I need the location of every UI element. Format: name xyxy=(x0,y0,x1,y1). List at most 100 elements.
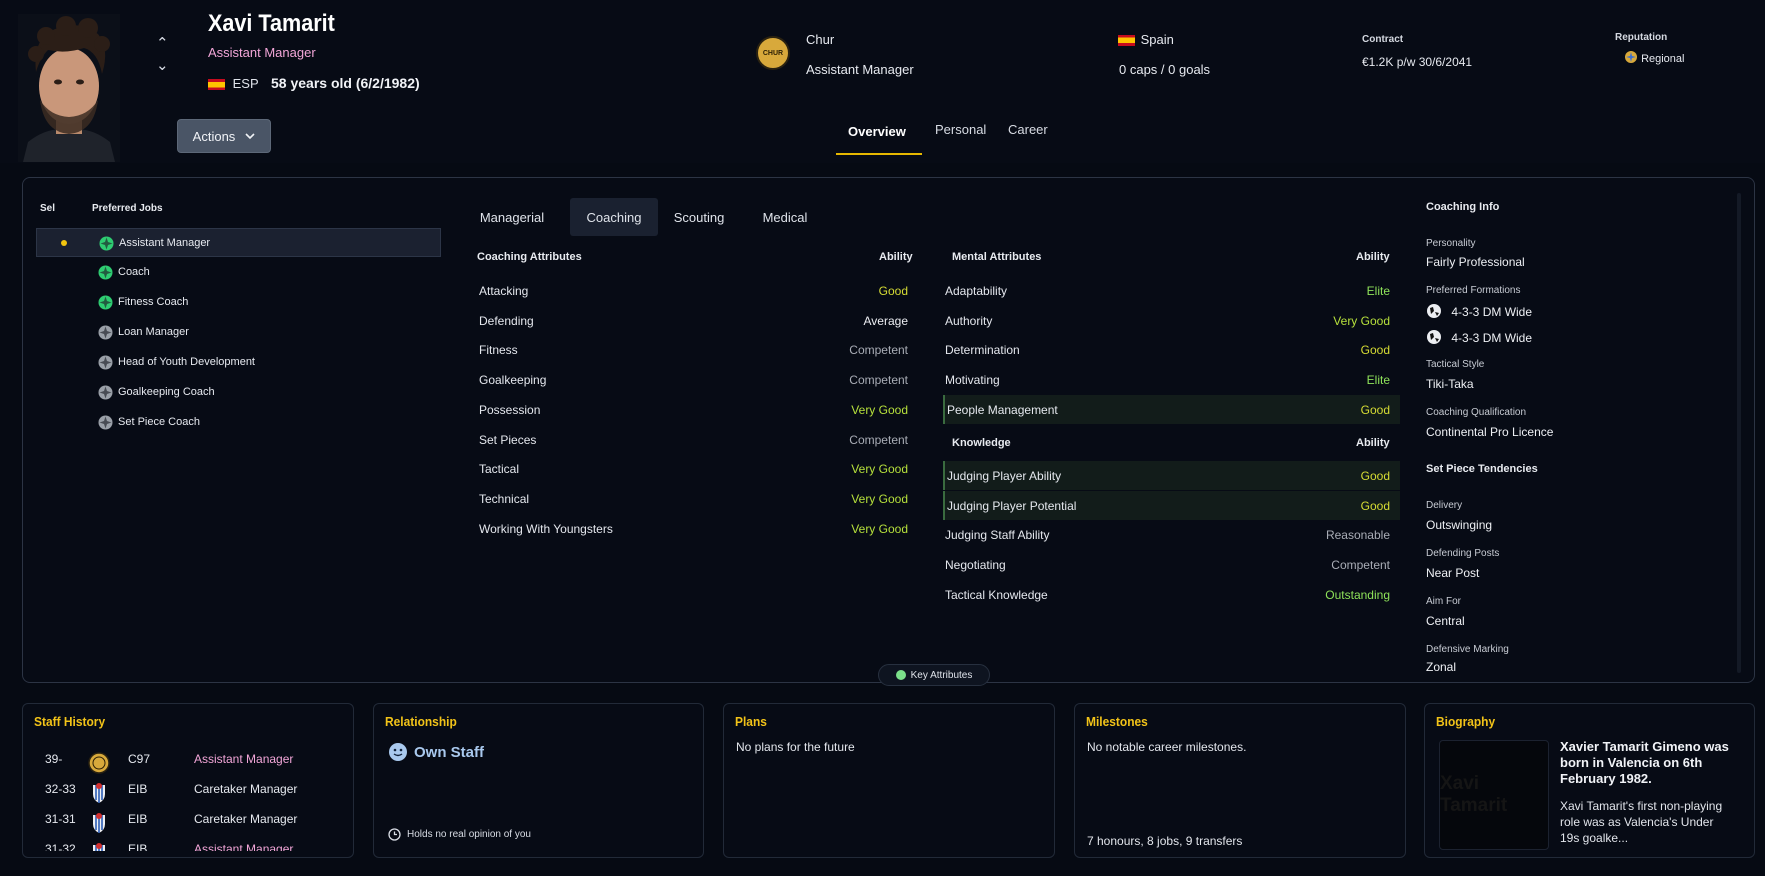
job-suitability-icon xyxy=(98,385,113,400)
mental-attribute-row[interactable]: Adaptability Elite xyxy=(943,276,1400,305)
club-name[interactable]: Chur xyxy=(806,32,834,47)
knowledge-attribute-row[interactable]: Judging Player Potential Good xyxy=(943,490,1400,520)
profile-header: ⌃ ⌄ Xavi Tamarit Assistant Manager ESP 5… xyxy=(0,0,1765,163)
staff-history-row[interactable]: 31-31 EIB Caretaker Manager xyxy=(23,806,343,834)
preferred-jobs-header: Preferred Jobs xyxy=(92,203,163,214)
coaching-attribute-row[interactable]: Working With Youngsters Very Good xyxy=(477,514,918,543)
subtab-medical[interactable]: Medical xyxy=(756,198,814,236)
tab-career[interactable]: Career xyxy=(1008,122,1048,137)
knowledge-attribute-value: Reasonable xyxy=(1325,528,1390,543)
reputation-value: Regional xyxy=(1624,50,1684,65)
coaching-attribute-label: Fitness xyxy=(479,343,518,358)
preferred-job-row[interactable]: Head of Youth Development xyxy=(36,348,441,377)
actions-button[interactable]: Actions xyxy=(177,119,271,153)
preferred-job-row[interactable]: Fitness Coach xyxy=(36,288,441,317)
biography-body[interactable]: Xavi Tamarit's first non-playing role wa… xyxy=(1560,798,1735,846)
coaching-attribute-label: Set Pieces xyxy=(479,432,537,447)
preferred-job-row[interactable]: Set Piece Coach xyxy=(36,408,441,437)
staff-history-row[interactable]: 31-32 EIB Assistant Manager xyxy=(23,836,343,851)
tab-overview[interactable]: Overview xyxy=(848,124,906,139)
knowledge-attribute-value: Outstanding xyxy=(1325,587,1390,602)
international-caps: 0 caps / 0 goals xyxy=(1119,62,1211,77)
preferred-job-row[interactable]: Assistant Manager xyxy=(36,228,441,257)
staff-history-row[interactable]: 39- C97 Assistant Manager xyxy=(23,746,343,774)
next-staff-arrow[interactable]: ⌄ xyxy=(156,56,169,74)
history-club: EIB xyxy=(128,782,148,796)
plans-text: No plans for the future xyxy=(736,740,855,754)
mental-attribute-value: Very Good xyxy=(1333,313,1390,328)
mental-ability-header: Ability xyxy=(1356,251,1390,263)
coaching-attribute-row[interactable]: Fitness Competent xyxy=(477,335,918,364)
mental-attribute-row[interactable]: Determination Good xyxy=(943,335,1400,364)
delivery-label: Delivery xyxy=(1426,500,1463,511)
history-role: Assistant Manager xyxy=(194,752,294,766)
mental-attribute-value: Good xyxy=(1360,343,1390,358)
coaching-attribute-row[interactable]: Tactical Very Good xyxy=(477,454,918,483)
mental-attribute-label: Adaptability xyxy=(945,284,1008,298)
knowledge-attribute-value: Good xyxy=(1360,469,1390,483)
coaching-attribute-value: Competent xyxy=(849,373,908,388)
coaching-attribute-row[interactable]: Possession Very Good xyxy=(477,395,918,424)
formation-item[interactable]: 4-3-3 DM Wide xyxy=(1426,329,1532,345)
formation-icon xyxy=(1427,330,1441,344)
subtab-scouting[interactable]: Scouting xyxy=(668,198,730,236)
staff-history-row[interactable]: 32-33 EIB Caretaker Manager xyxy=(23,776,343,804)
formation-icon xyxy=(1427,304,1441,318)
mental-attributes-title: Mental Attributes xyxy=(952,251,1042,263)
defensive-marking-value: Zonal xyxy=(1426,660,1457,672)
defensive-marking-label: Defensive Marking xyxy=(1426,644,1509,655)
coaching-attribute-row[interactable]: Attacking Good xyxy=(477,276,918,305)
preferred-job-label: Coach xyxy=(118,266,150,278)
knowledge-attribute-row[interactable]: Judging Player Ability Good xyxy=(943,461,1400,490)
spain-flag-icon xyxy=(208,79,225,91)
tab-personal[interactable]: Personal xyxy=(935,122,986,137)
preferred-job-label: Set Piece Coach xyxy=(118,416,200,428)
personality-label: Personality xyxy=(1426,238,1476,249)
knowledge-attribute-row[interactable]: Tactical Knowledge Outstanding xyxy=(943,580,1400,609)
clock-icon xyxy=(388,828,401,841)
country[interactable]: Spain xyxy=(1118,32,1174,47)
subtab-managerial[interactable]: Managerial xyxy=(470,198,554,236)
history-role: Assistant Manager xyxy=(194,842,294,851)
coaching-attribute-row[interactable]: Goalkeeping Competent xyxy=(477,365,918,394)
coaching-attribute-row[interactable]: Set Pieces Competent xyxy=(477,425,918,454)
mental-attribute-row[interactable]: Authority Very Good xyxy=(943,306,1400,335)
sel-column-header: Sel xyxy=(40,203,56,214)
set-piece-tendencies-title: Set Piece Tendencies xyxy=(1426,463,1538,475)
chevron-down-icon xyxy=(245,132,255,139)
mental-attribute-row[interactable]: People Management Good xyxy=(943,394,1400,424)
reputation-star-icon xyxy=(1625,51,1637,63)
knowledge-attribute-row[interactable]: Negotiating Competent xyxy=(943,550,1400,579)
history-years: 39- xyxy=(45,752,63,766)
history-club: C97 xyxy=(128,752,151,766)
coaching-attribute-label: Tactical xyxy=(479,462,520,477)
coaching-attributes-title: Coaching Attributes xyxy=(477,251,582,263)
history-club: EIB xyxy=(128,842,148,851)
previous-staff-arrow[interactable]: ⌃ xyxy=(156,34,169,52)
spain-flag-icon xyxy=(1118,35,1135,47)
preferred-job-row[interactable]: Coach xyxy=(36,258,441,287)
active-tab-indicator xyxy=(836,153,922,155)
nationality-code: ESP xyxy=(232,76,259,91)
subtab-coaching[interactable]: Coaching xyxy=(570,198,658,236)
preferred-job-row[interactable]: Loan Manager xyxy=(36,318,441,347)
mental-attribute-value: Elite xyxy=(1366,373,1390,388)
coaching-attribute-label: Defending xyxy=(479,313,534,328)
knowledge-attribute-label: Judging Staff Ability xyxy=(945,528,1050,543)
knowledge-attribute-row[interactable]: Judging Staff Ability Reasonable xyxy=(943,520,1400,549)
coaching-info-title: Coaching Info xyxy=(1426,201,1500,213)
mental-attribute-row[interactable]: Motivating Elite xyxy=(943,365,1400,394)
coaching-info-scrollbar[interactable] xyxy=(1737,193,1741,673)
history-role: Caretaker Manager xyxy=(194,782,298,796)
coaching-attribute-row[interactable]: Technical Very Good xyxy=(477,484,918,513)
selected-dot-icon xyxy=(61,240,67,246)
coaching-attribute-label: Possession xyxy=(479,402,541,417)
preferred-job-label: Fitness Coach xyxy=(118,296,189,308)
coaching-attribute-row[interactable]: Defending Average xyxy=(477,306,918,335)
staff-role[interactable]: Assistant Manager xyxy=(208,45,316,60)
relationship-opinion: Holds no real opinion of you xyxy=(388,828,531,841)
club-badge-icon[interactable]: CHUR xyxy=(756,36,790,70)
preferred-job-row[interactable]: Goalkeeping Coach xyxy=(36,378,441,407)
formation-item[interactable]: 4-3-3 DM Wide xyxy=(1426,303,1532,319)
defensive-marking-clip: Zonal xyxy=(1426,658,1716,672)
